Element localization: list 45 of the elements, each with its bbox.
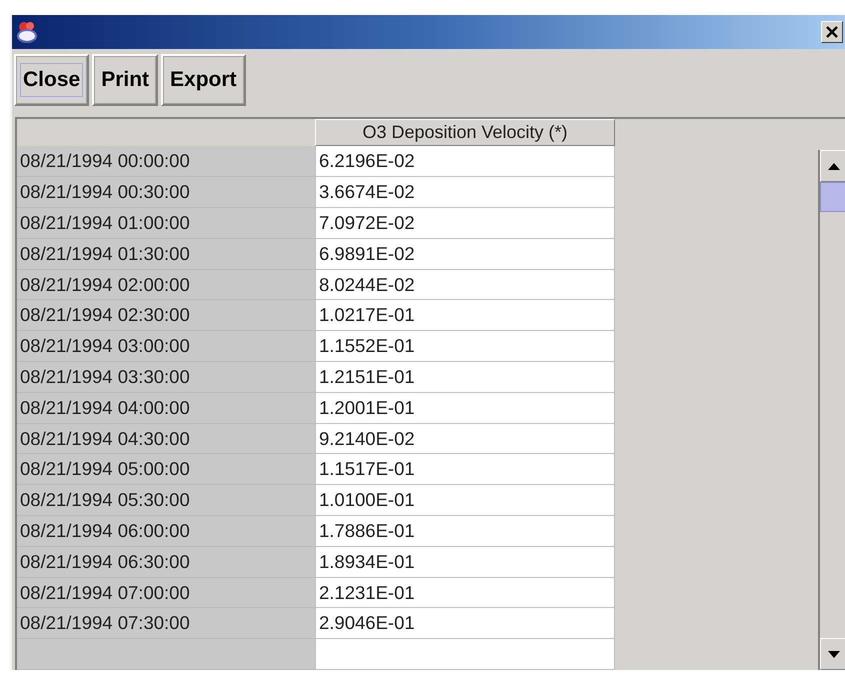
row-header: 08/21/1994 07:00:00 (17, 578, 315, 608)
up-arrow-icon (828, 162, 840, 170)
table-cell: 3.6674E-02 (315, 177, 615, 208)
table-cell: 1.0217E-01 (315, 300, 615, 332)
row-header: 08/21/1994 01:00:00 (17, 208, 315, 239)
table-cell: 1.0100E-01 (315, 485, 615, 516)
toolbar-button[interactable]: Close (14, 54, 90, 106)
table-cell: 1.1517E-01 (315, 454, 615, 486)
row-header: 08/21/1994 02:30:00 (17, 300, 315, 332)
table-cell: 2.9046E-01 (315, 608, 615, 640)
toolbar-button[interactable]: Print (92, 54, 158, 106)
table-cell: 6.9891E-02 (315, 238, 615, 270)
table-cell: 9.2140E-02 (315, 424, 615, 454)
table-cell: 1.8934E-01 (315, 546, 615, 578)
row-header: 08/21/1994 07:30:00 (17, 608, 315, 640)
table-cell: 7.0972E-02 (315, 208, 615, 239)
table-cell: 6.2196E-02 (315, 146, 615, 178)
row-header: 08/21/1994 04:30:00 (17, 424, 315, 454)
scroll-thumb[interactable] (820, 182, 845, 212)
close-icon (826, 26, 838, 38)
scroll-down-button[interactable] (820, 638, 845, 670)
toolbar-button[interactable]: Export (161, 54, 246, 106)
row-header: 08/21/1994 02:00:00 (17, 270, 315, 300)
close-button[interactable] (821, 21, 843, 43)
table-cell: 1.7886E-01 (315, 516, 615, 547)
row-header: 08/21/1994 06:00:00 (17, 516, 315, 547)
table-cell: 2.1231E-01 (315, 578, 615, 608)
table-cell: 1.2151E-01 (315, 362, 615, 393)
table-cell: 1.2001E-01 (315, 392, 615, 424)
row-header: 08/21/1994 04:00:00 (17, 392, 315, 424)
table-cell: 8.0244E-02 (315, 270, 615, 300)
row-header: 08/21/1994 00:30:00 (17, 177, 315, 208)
row-header: 08/21/1994 05:00:00 (17, 454, 315, 486)
row-header: 08/21/1994 03:30:00 (17, 362, 315, 393)
app-icon (16, 20, 38, 44)
row-header: 08/21/1994 06:30:00 (17, 546, 315, 578)
down-arrow-icon (828, 650, 840, 658)
table-cell: 1.1552E-01 (315, 331, 615, 362)
row-header: 08/21/1994 00:00:00 (17, 146, 315, 178)
vertical-scrollbar[interactable] (818, 150, 845, 670)
column-header[interactable]: O3 Deposition Velocity (*) (315, 119, 615, 146)
scroll-up-button[interactable] (820, 150, 845, 182)
row-header: 08/21/1994 01:30:00 (17, 238, 315, 270)
row-header: 08/21/1994 05:30:00 (17, 485, 315, 516)
row-header: 08/21/1994 03:00:00 (17, 331, 315, 362)
